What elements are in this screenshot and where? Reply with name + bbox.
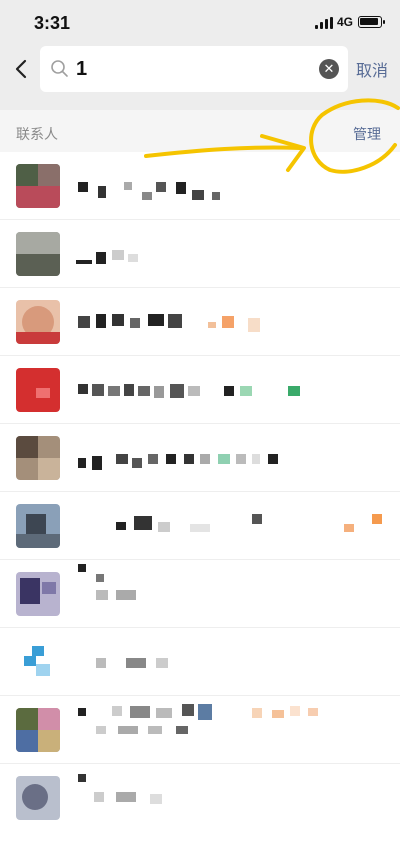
section-header: 联系人 管理 — [0, 110, 400, 152]
list-item[interactable] — [0, 696, 400, 764]
avatar — [16, 572, 60, 616]
name-redacted — [72, 288, 392, 356]
avatar — [16, 300, 60, 344]
status-bar: 3:31 4G — [0, 0, 400, 44]
network-type: 4G — [337, 15, 354, 29]
name-redacted — [72, 424, 392, 492]
avatar — [16, 504, 60, 548]
list-item[interactable] — [0, 220, 400, 288]
avatar — [16, 640, 60, 684]
section-title: 联系人 — [16, 126, 58, 142]
name-redacted — [72, 696, 392, 764]
manage-button[interactable]: 管理 — [353, 124, 381, 144]
avatar — [16, 436, 60, 480]
cancel-button[interactable]: 取消 — [356, 57, 388, 81]
list-item[interactable] — [0, 492, 400, 560]
search-bar: ✕ 取消 — [0, 44, 400, 110]
clear-icon[interactable]: ✕ — [319, 59, 339, 79]
name-redacted — [72, 628, 392, 696]
list-item[interactable] — [0, 288, 400, 356]
back-arrow-icon[interactable] — [11, 58, 33, 80]
list-item[interactable] — [0, 628, 400, 696]
avatar — [16, 232, 60, 276]
list-item[interactable] — [0, 764, 400, 832]
name-redacted — [72, 492, 392, 560]
status-time: 3:31 — [34, 13, 71, 33]
contact-list — [0, 152, 400, 832]
avatar — [16, 164, 60, 208]
avatar — [16, 708, 60, 752]
name-redacted — [72, 356, 392, 424]
name-redacted — [72, 764, 392, 832]
list-item[interactable] — [0, 424, 400, 492]
name-redacted — [72, 560, 392, 628]
avatar — [16, 776, 60, 820]
avatar — [16, 368, 60, 412]
name-redacted — [72, 220, 392, 288]
list-item[interactable] — [0, 152, 400, 220]
battery-icon — [358, 16, 385, 28]
list-item[interactable] — [0, 356, 400, 424]
name-redacted — [72, 152, 392, 220]
screen: 3:31 4G ✕ 取消 联系人 管理 — [0, 0, 400, 865]
search-input[interactable] — [76, 54, 306, 84]
search-box[interactable]: ✕ — [40, 46, 348, 92]
list-item[interactable] — [0, 560, 400, 628]
signal-icon — [315, 17, 333, 29]
search-icon — [51, 60, 68, 77]
